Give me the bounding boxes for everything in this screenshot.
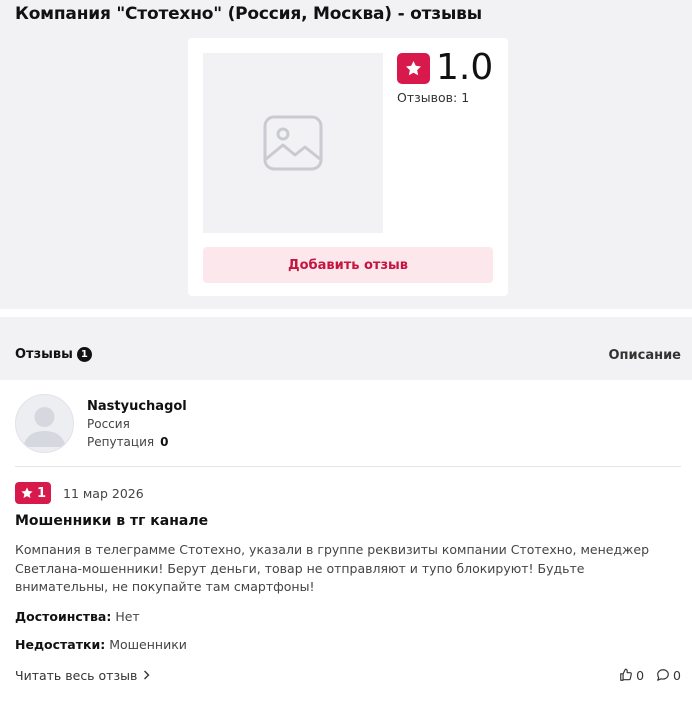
reputation-value: 0: [160, 435, 169, 449]
review-title[interactable]: Мошенники в тг канале: [15, 513, 681, 529]
like-count: 0: [636, 667, 645, 683]
tab-description[interactable]: Описание: [608, 348, 681, 363]
cons-value: Мошенники: [109, 636, 187, 652]
reputation-label: Репутация: [87, 435, 155, 449]
separator: [0, 309, 692, 317]
cons-label: Недостатки:: [15, 636, 106, 652]
star-icon: [405, 60, 422, 76]
like-button[interactable]: 0: [619, 668, 644, 683]
review-rating-badge: 1: [15, 482, 51, 504]
review-card: Nastyuchagol Россия Репутация 0 1 11 мар …: [0, 380, 692, 696]
review-meta: 1 11 мар 2026: [15, 467, 681, 511]
review-date: 11 мар 2026: [63, 486, 144, 501]
image-placeholder-icon: [263, 115, 323, 171]
review-author: Nastyuchagol Россия Репутация 0: [15, 380, 681, 467]
comment-button[interactable]: 0: [656, 668, 681, 683]
rating-star-badge: [397, 53, 430, 84]
review-text: Компания в телеграмме Стотехно, указали …: [15, 542, 650, 594]
author-name[interactable]: Nastyuchagol: [87, 399, 187, 414]
thumbs-up-icon: [620, 668, 633, 681]
tab-reviews-label: Отзывы: [15, 347, 73, 362]
author-reputation: Репутация 0: [87, 435, 168, 449]
review-actions: 0 0: [619, 668, 681, 683]
review-pros: Достоинства: Нет: [15, 609, 681, 624]
comment-count: 0: [673, 667, 681, 683]
user-placeholder-icon: [23, 407, 66, 447]
review-footer: Читать весь отзыв 0 0: [15, 660, 681, 696]
read-more-label: Читать весь отзыв: [15, 667, 138, 683]
pros-value: Нет: [115, 608, 140, 624]
author-country: Россия: [87, 417, 130, 431]
tabs-bar: Отзывы 1 Описание: [0, 317, 692, 380]
star-icon: [21, 487, 33, 499]
pros-label: Достоинства:: [15, 608, 112, 624]
chevron-right-icon: [144, 670, 150, 680]
rating-card: 1.0 Отзывов: 1 Добавить отзыв: [188, 38, 508, 296]
review-cons: Недостатки: Мошенники: [15, 637, 681, 652]
rating-value: 1.0: [436, 47, 494, 88]
page-title: Компания "Стотехно" (Россия, Москва) - о…: [15, 4, 482, 24]
reviews-count-badge: 1: [76, 347, 92, 362]
review-rating-value: 1: [36, 485, 47, 501]
add-review-button[interactable]: Добавить отзыв: [203, 247, 493, 283]
tab-reviews[interactable]: Отзывы 1: [15, 347, 92, 362]
avatar[interactable]: [15, 394, 74, 453]
read-full-review-link[interactable]: Читать весь отзыв: [15, 668, 150, 683]
company-image-placeholder: [203, 53, 383, 233]
rating-summary: 1.0 Отзывов: 1: [397, 47, 494, 105]
comment-icon: [657, 669, 669, 681]
reviews-count-text: Отзывов: 1: [397, 90, 470, 105]
company-header: Компания "Стотехно" (Россия, Москва) - о…: [0, 0, 692, 309]
